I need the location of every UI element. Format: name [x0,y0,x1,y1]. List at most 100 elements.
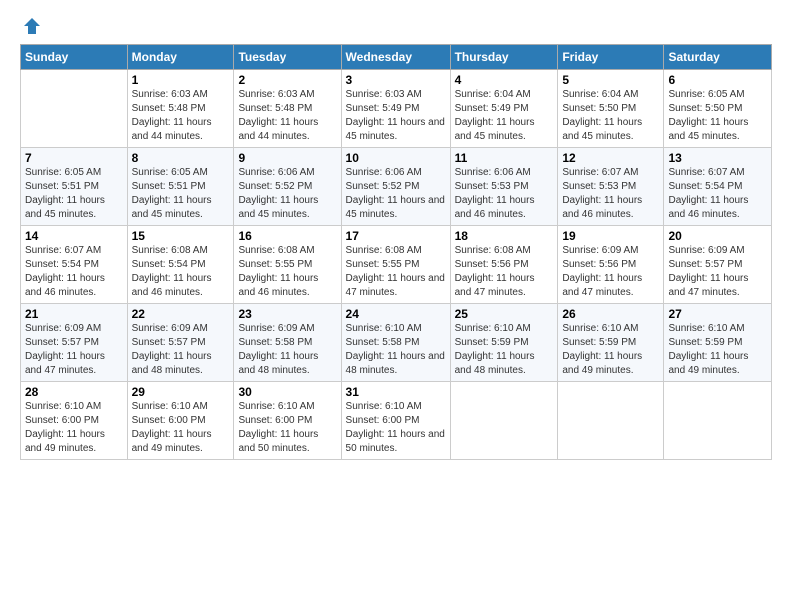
day-info: Sunrise: 6:09 AMSunset: 5:56 PMDaylight:… [562,244,659,300]
day-cell: 27Sunrise: 6:10 AMSunset: 5:59 PMDayligh… [664,304,772,382]
logo [20,16,42,36]
day-info: Sunrise: 6:04 AMSunset: 5:50 PMDaylight:… [562,88,659,144]
day-cell: 20Sunrise: 6:09 AMSunset: 5:57 PMDayligh… [664,226,772,304]
day-number: 25 [455,307,554,321]
day-number: 27 [668,307,767,321]
day-cell: 8Sunrise: 6:05 AMSunset: 5:51 PMDaylight… [127,148,234,226]
day-info: Sunrise: 6:10 AMSunset: 6:00 PMDaylight:… [238,400,336,456]
day-info: Sunrise: 6:08 AMSunset: 5:55 PMDaylight:… [346,244,446,300]
day-cell: 31Sunrise: 6:10 AMSunset: 6:00 PMDayligh… [341,382,450,460]
day-info: Sunrise: 6:07 AMSunset: 5:53 PMDaylight:… [562,166,659,222]
week-row-5: 28Sunrise: 6:10 AMSunset: 6:00 PMDayligh… [21,382,772,460]
day-info: Sunrise: 6:05 AMSunset: 5:51 PMDaylight:… [25,166,123,222]
day-cell: 23Sunrise: 6:09 AMSunset: 5:58 PMDayligh… [234,304,341,382]
page: SundayMondayTuesdayWednesdayThursdayFrid… [0,0,792,470]
day-info: Sunrise: 6:03 AMSunset: 5:49 PMDaylight:… [346,88,446,144]
col-header-monday: Monday [127,45,234,70]
day-number: 14 [25,229,123,243]
day-cell: 6Sunrise: 6:05 AMSunset: 5:50 PMDaylight… [664,70,772,148]
day-number: 6 [668,73,767,87]
day-cell: 17Sunrise: 6:08 AMSunset: 5:55 PMDayligh… [341,226,450,304]
day-cell: 24Sunrise: 6:10 AMSunset: 5:58 PMDayligh… [341,304,450,382]
week-row-2: 7Sunrise: 6:05 AMSunset: 5:51 PMDaylight… [21,148,772,226]
day-number: 10 [346,151,446,165]
day-info: Sunrise: 6:10 AMSunset: 6:00 PMDaylight:… [132,400,230,456]
day-info: Sunrise: 6:10 AMSunset: 5:59 PMDaylight:… [562,322,659,378]
day-info: Sunrise: 6:05 AMSunset: 5:51 PMDaylight:… [132,166,230,222]
day-cell: 29Sunrise: 6:10 AMSunset: 6:00 PMDayligh… [127,382,234,460]
col-header-friday: Friday [558,45,664,70]
day-cell: 22Sunrise: 6:09 AMSunset: 5:57 PMDayligh… [127,304,234,382]
day-info: Sunrise: 6:06 AMSunset: 5:52 PMDaylight:… [346,166,446,222]
day-number: 17 [346,229,446,243]
day-info: Sunrise: 6:10 AMSunset: 6:00 PMDaylight:… [25,400,123,456]
day-number: 1 [132,73,230,87]
day-cell: 10Sunrise: 6:06 AMSunset: 5:52 PMDayligh… [341,148,450,226]
col-header-saturday: Saturday [664,45,772,70]
day-cell: 18Sunrise: 6:08 AMSunset: 5:56 PMDayligh… [450,226,558,304]
day-cell: 12Sunrise: 6:07 AMSunset: 5:53 PMDayligh… [558,148,664,226]
day-number: 28 [25,385,123,399]
day-cell: 13Sunrise: 6:07 AMSunset: 5:54 PMDayligh… [664,148,772,226]
day-number: 31 [346,385,446,399]
day-number: 30 [238,385,336,399]
day-cell: 9Sunrise: 6:06 AMSunset: 5:52 PMDaylight… [234,148,341,226]
day-number: 13 [668,151,767,165]
header [20,16,772,36]
day-cell [558,382,664,460]
day-cell: 1Sunrise: 6:03 AMSunset: 5:48 PMDaylight… [127,70,234,148]
day-cell: 30Sunrise: 6:10 AMSunset: 6:00 PMDayligh… [234,382,341,460]
day-cell: 16Sunrise: 6:08 AMSunset: 5:55 PMDayligh… [234,226,341,304]
day-cell: 5Sunrise: 6:04 AMSunset: 5:50 PMDaylight… [558,70,664,148]
day-cell: 7Sunrise: 6:05 AMSunset: 5:51 PMDaylight… [21,148,128,226]
day-number: 26 [562,307,659,321]
day-cell [21,70,128,148]
day-number: 24 [346,307,446,321]
day-number: 11 [455,151,554,165]
day-number: 22 [132,307,230,321]
day-info: Sunrise: 6:06 AMSunset: 5:52 PMDaylight:… [238,166,336,222]
day-number: 20 [668,229,767,243]
day-info: Sunrise: 6:10 AMSunset: 5:58 PMDaylight:… [346,322,446,378]
day-info: Sunrise: 6:06 AMSunset: 5:53 PMDaylight:… [455,166,554,222]
day-info: Sunrise: 6:09 AMSunset: 5:58 PMDaylight:… [238,322,336,378]
day-number: 2 [238,73,336,87]
day-info: Sunrise: 6:10 AMSunset: 6:00 PMDaylight:… [346,400,446,456]
day-info: Sunrise: 6:08 AMSunset: 5:54 PMDaylight:… [132,244,230,300]
day-cell: 21Sunrise: 6:09 AMSunset: 5:57 PMDayligh… [21,304,128,382]
day-number: 21 [25,307,123,321]
week-row-1: 1 Sunrise: 6:03 AMSunset: 5:48 PMDaylight… [21,70,772,148]
day-number: 15 [132,229,230,243]
day-number: 7 [25,151,123,165]
day-number: 23 [238,307,336,321]
day-cell: 4Sunrise: 6:04 AMSunset: 5:49 PMDaylight… [450,70,558,148]
day-number: 8 [132,151,230,165]
day-info: Sunrise: 6:08 AMSunset: 5:56 PMDaylight:… [455,244,554,300]
day-info: Sunrise: 6:07 AMSunset: 5:54 PMDaylight:… [668,166,767,222]
day-cell: 25Sunrise: 6:10 AMSunset: 5:59 PMDayligh… [450,304,558,382]
day-info: Sunrise: 6:03 AMSunset: 5:48 PMDaylight:… [238,88,336,144]
day-number: 12 [562,151,659,165]
day-cell: 19Sunrise: 6:09 AMSunset: 5:56 PMDayligh… [558,226,664,304]
day-number: 4 [455,73,554,87]
day-cell: 26Sunrise: 6:10 AMSunset: 5:59 PMDayligh… [558,304,664,382]
day-info: Sunrise: 6:09 AMSunset: 5:57 PMDaylight:… [668,244,767,300]
logo-icon [22,16,42,36]
day-cell: 15Sunrise: 6:08 AMSunset: 5:54 PMDayligh… [127,226,234,304]
day-cell: 28Sunrise: 6:10 AMSunset: 6:00 PMDayligh… [21,382,128,460]
day-number: 9 [238,151,336,165]
day-info: Sunrise: 6:07 AMSunset: 5:54 PMDaylight:… [25,244,123,300]
col-header-wednesday: Wednesday [341,45,450,70]
week-row-4: 21 Sunrise: 6:09 AMSunset: 5:57 PMDayligh… [21,304,772,382]
day-number: 18 [455,229,554,243]
day-cell: 3Sunrise: 6:03 AMSunset: 5:49 PMDaylight… [341,70,450,148]
day-info: Sunrise: 6:08 AMSunset: 5:55 PMDaylight:… [238,244,336,300]
day-number: 29 [132,385,230,399]
day-cell [450,382,558,460]
day-number: 16 [238,229,336,243]
day-info: Sunrise: 6:09 AMSunset: 5:57 PMDaylight:… [132,322,230,378]
calendar-table: SundayMondayTuesdayWednesdayThursdayFrid… [20,44,772,460]
day-number: 3 [346,73,446,87]
day-info: Sunrise: 6:10 AMSunset: 5:59 PMDaylight:… [668,322,767,378]
day-number: 5 [562,73,659,87]
